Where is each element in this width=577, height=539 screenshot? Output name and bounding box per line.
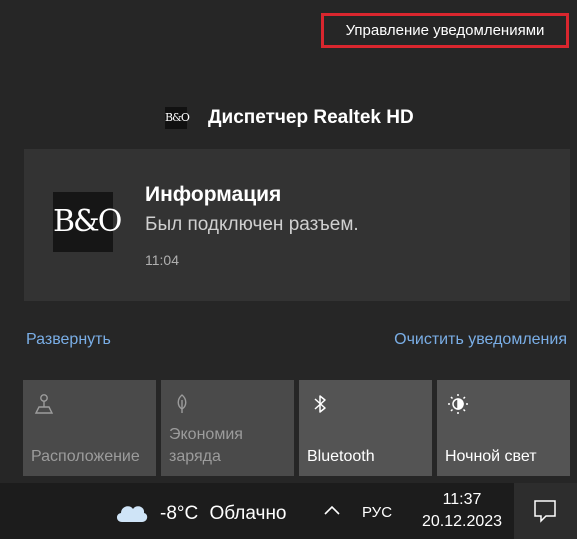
- weather-temperature: -8°C: [160, 503, 199, 524]
- cloud-icon[interactable]: [113, 497, 149, 525]
- quick-action-battery-saver[interactable]: Экономия заряда: [161, 380, 294, 476]
- bluetooth-icon: [314, 395, 326, 413]
- tile-label: Ночной свет: [445, 448, 537, 465]
- battery-saver-icon: [177, 394, 187, 413]
- notification-time: 11:04: [145, 252, 179, 268]
- input-language-indicator[interactable]: РУС: [362, 504, 392, 521]
- app-name: Диспетчер Realtek HD: [208, 107, 414, 128]
- clock-time: 11:37: [442, 491, 482, 508]
- tile-label: Экономия заряда: [169, 426, 243, 465]
- clear-notifications-link[interactable]: Очистить уведомления: [394, 331, 567, 349]
- taskbar-clock[interactable]: 11:37 20.12.2023: [414, 489, 510, 533]
- night-light-icon: [448, 394, 468, 414]
- action-center: Управление уведомлениями B&O Диспетчер R…: [0, 0, 577, 483]
- location-icon: [34, 394, 54, 414]
- notification-body: Был подключен разъем.: [145, 214, 359, 235]
- expand-link[interactable]: Развернуть: [26, 331, 111, 349]
- notification-app-header: B&O Диспетчер Realtek HD: [165, 104, 414, 132]
- weather-condition: Облачно: [209, 503, 287, 524]
- quick-action-night-light[interactable]: Ночной свет: [437, 380, 570, 476]
- chevron-up-icon[interactable]: [322, 501, 342, 521]
- quick-action-location[interactable]: Расположение: [23, 380, 156, 476]
- notification-card[interactable]: B&O Информация Был подключен разъем. 11:…: [24, 149, 570, 301]
- tile-label: Расположение: [31, 448, 140, 465]
- quick-action-bluetooth[interactable]: Bluetooth: [299, 380, 432, 476]
- taskbar: -8°C Облачно РУС 11:37 20.12.2023: [0, 483, 577, 539]
- notification-title: Информация: [145, 183, 282, 206]
- tile-label: Bluetooth: [307, 448, 375, 465]
- weather-widget[interactable]: -8°C Облачно: [160, 503, 287, 525]
- realtek-app-logo-icon: B&O: [165, 107, 190, 129]
- notification-center-button[interactable]: [514, 483, 577, 539]
- speech-bubble-icon: [534, 500, 556, 523]
- manage-notifications-link[interactable]: Управление уведомлениями: [321, 13, 569, 48]
- clock-date: 20.12.2023: [421, 513, 503, 530]
- notification-app-logo-icon: B&O: [53, 192, 122, 252]
